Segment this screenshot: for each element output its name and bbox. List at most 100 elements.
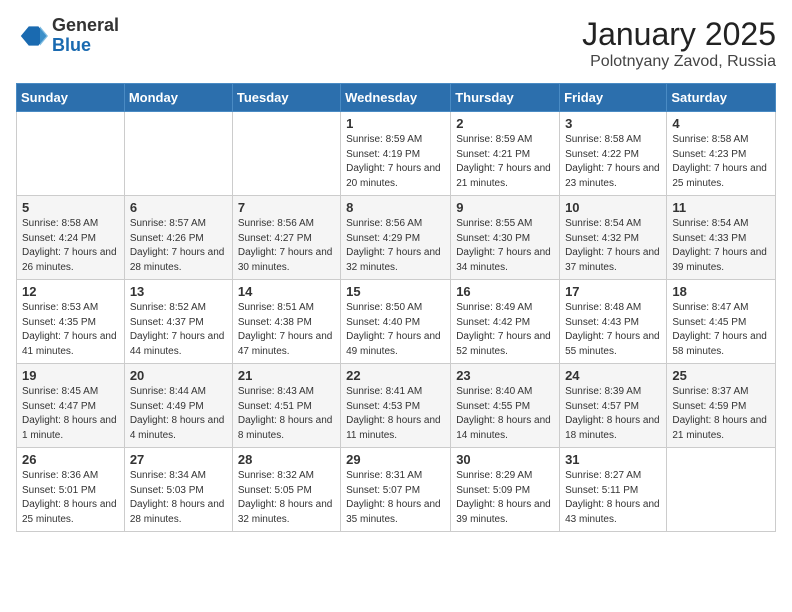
day-info: Sunrise: 8:51 AM Sunset: 4:38 PM Dayligh… bbox=[238, 301, 335, 359]
day-number: 5 bbox=[22, 200, 119, 215]
day-number: 11 bbox=[672, 200, 770, 215]
day-info: Sunrise: 8:44 AM Sunset: 4:49 PM Dayligh… bbox=[130, 385, 227, 443]
day-number: 10 bbox=[565, 200, 661, 215]
day-info: Sunrise: 8:54 AM Sunset: 4:32 PM Dayligh… bbox=[565, 217, 661, 275]
day-number: 27 bbox=[130, 452, 227, 467]
calendar-cell: 12Sunrise: 8:53 AM Sunset: 4:35 PM Dayli… bbox=[17, 280, 125, 364]
day-info: Sunrise: 8:40 AM Sunset: 4:55 PM Dayligh… bbox=[456, 385, 554, 443]
day-info: Sunrise: 8:58 AM Sunset: 4:23 PM Dayligh… bbox=[672, 133, 770, 191]
day-info: Sunrise: 8:49 AM Sunset: 4:42 PM Dayligh… bbox=[456, 301, 554, 359]
calendar-cell: 19 Sunrise: 8:45 AM Sunset: 4:47 PM Dayli… bbox=[17, 364, 125, 448]
day-number: 24 bbox=[565, 368, 661, 383]
day-info: Sunrise: 8:34 AM Sunset: 5:03 PM Dayligh… bbox=[130, 469, 227, 527]
day-info: Sunrise: 8:27 AM Sunset: 5:11 PM Dayligh… bbox=[565, 469, 661, 527]
calendar-cell: 6 Sunrise: 8:57 AM Sunset: 4:26 PM Daylig… bbox=[124, 196, 232, 280]
day-number: 20 bbox=[130, 368, 227, 383]
calendar-cell: 25 Sunrise: 8:37 AM Sunset: 4:59 PM Dayli… bbox=[667, 364, 776, 448]
week-row-4: 19 Sunrise: 8:45 AM Sunset: 4:47 PM Dayli… bbox=[17, 364, 776, 448]
day-info: Sunrise: 8:48 AM Sunset: 4:43 PM Dayligh… bbox=[565, 301, 661, 359]
calendar-cell: 2Sunrise: 8:59 AM Sunset: 4:21 PM Daylig… bbox=[451, 112, 560, 196]
calendar-cell: 18 Sunrise: 8:47 AM Sunset: 4:45 PM Dayli… bbox=[667, 280, 776, 364]
day-info: Sunrise: 8:31 AM Sunset: 5:07 PM Dayligh… bbox=[346, 469, 445, 527]
calendar-cell: 20 Sunrise: 8:44 AM Sunset: 4:49 PM Dayli… bbox=[124, 364, 232, 448]
day-number: 21 bbox=[238, 368, 335, 383]
day-number: 15 bbox=[346, 284, 445, 299]
month-title: January 2025 bbox=[582, 16, 776, 53]
day-info: Sunrise: 8:36 AM Sunset: 5:01 PM Dayligh… bbox=[22, 469, 119, 527]
day-info: Sunrise: 8:41 AM Sunset: 4:53 PM Dayligh… bbox=[346, 385, 445, 443]
day-info: Sunrise: 8:56 AM Sunset: 4:27 PM Dayligh… bbox=[238, 217, 335, 275]
day-number: 3 bbox=[565, 116, 661, 131]
calendar-cell bbox=[124, 112, 232, 196]
day-info: Sunrise: 8:29 AM Sunset: 5:09 PM Dayligh… bbox=[456, 469, 554, 527]
day-info: Sunrise: 8:59 AM Sunset: 4:19 PM Dayligh… bbox=[346, 133, 445, 191]
page-header: General Blue January 2025 Polotnyany Zav… bbox=[16, 16, 776, 71]
day-number: 28 bbox=[238, 452, 335, 467]
logo-blue-text: Blue bbox=[52, 36, 119, 56]
day-number: 9 bbox=[456, 200, 554, 215]
calendar-cell: 22Sunrise: 8:41 AM Sunset: 4:53 PM Dayli… bbox=[341, 364, 451, 448]
logo-general-text: General bbox=[52, 16, 119, 36]
day-number: 14 bbox=[238, 284, 335, 299]
calendar-cell: 11 Sunrise: 8:54 AM Sunset: 4:33 PM Dayli… bbox=[667, 196, 776, 280]
calendar-cell: 10 Sunrise: 8:54 AM Sunset: 4:32 PM Dayli… bbox=[560, 196, 667, 280]
calendar-cell: 13Sunrise: 8:52 AM Sunset: 4:37 PM Dayli… bbox=[124, 280, 232, 364]
calendar-cell: 26 Sunrise: 8:36 AM Sunset: 5:01 PM Dayli… bbox=[17, 448, 125, 532]
day-number: 2 bbox=[456, 116, 554, 131]
day-number: 19 bbox=[22, 368, 119, 383]
day-number: 16 bbox=[456, 284, 554, 299]
calendar-cell: 8Sunrise: 8:56 AM Sunset: 4:29 PM Daylig… bbox=[341, 196, 451, 280]
day-info: Sunrise: 8:55 AM Sunset: 4:30 PM Dayligh… bbox=[456, 217, 554, 275]
day-number: 29 bbox=[346, 452, 445, 467]
day-info: Sunrise: 8:57 AM Sunset: 4:26 PM Dayligh… bbox=[130, 217, 227, 275]
calendar-cell: 3Sunrise: 8:58 AM Sunset: 4:22 PM Daylig… bbox=[560, 112, 667, 196]
weekday-header-sunday: Sunday bbox=[17, 84, 125, 112]
location-title: Polotnyany Zavod, Russia bbox=[582, 53, 776, 71]
day-info: Sunrise: 8:32 AM Sunset: 5:05 PM Dayligh… bbox=[238, 469, 335, 527]
calendar-cell: 24 Sunrise: 8:39 AM Sunset: 4:57 PM Dayli… bbox=[560, 364, 667, 448]
day-info: Sunrise: 8:45 AM Sunset: 4:47 PM Dayligh… bbox=[22, 385, 119, 443]
calendar-cell: 30 Sunrise: 8:29 AM Sunset: 5:09 PM Dayli… bbox=[451, 448, 560, 532]
weekday-header-friday: Friday bbox=[560, 84, 667, 112]
calendar-cell: 31Sunrise: 8:27 AM Sunset: 5:11 PM Dayli… bbox=[560, 448, 667, 532]
day-number: 17 bbox=[565, 284, 661, 299]
day-info: Sunrise: 8:54 AM Sunset: 4:33 PM Dayligh… bbox=[672, 217, 770, 275]
week-row-5: 26 Sunrise: 8:36 AM Sunset: 5:01 PM Dayli… bbox=[17, 448, 776, 532]
day-number: 6 bbox=[130, 200, 227, 215]
weekday-header-tuesday: Tuesday bbox=[232, 84, 340, 112]
calendar-cell: 28 Sunrise: 8:32 AM Sunset: 5:05 PM Dayli… bbox=[232, 448, 340, 532]
calendar-cell: 17 Sunrise: 8:48 AM Sunset: 4:43 PM Dayli… bbox=[560, 280, 667, 364]
day-number: 13 bbox=[130, 284, 227, 299]
day-number: 26 bbox=[22, 452, 119, 467]
calendar-cell: 16 Sunrise: 8:49 AM Sunset: 4:42 PM Dayli… bbox=[451, 280, 560, 364]
calendar-cell: 14 Sunrise: 8:51 AM Sunset: 4:38 PM Dayli… bbox=[232, 280, 340, 364]
calendar-cell: 29 Sunrise: 8:31 AM Sunset: 5:07 PM Dayli… bbox=[341, 448, 451, 532]
day-number: 25 bbox=[672, 368, 770, 383]
calendar-cell bbox=[232, 112, 340, 196]
title-block: January 2025 Polotnyany Zavod, Russia bbox=[582, 16, 776, 71]
day-number: 4 bbox=[672, 116, 770, 131]
calendar-cell: 23 Sunrise: 8:40 AM Sunset: 4:55 PM Dayli… bbox=[451, 364, 560, 448]
weekday-header-monday: Monday bbox=[124, 84, 232, 112]
weekday-header-saturday: Saturday bbox=[667, 84, 776, 112]
logo-icon bbox=[16, 20, 48, 52]
day-number: 18 bbox=[672, 284, 770, 299]
calendar-cell: 9 Sunrise: 8:55 AM Sunset: 4:30 PM Daylig… bbox=[451, 196, 560, 280]
calendar-cell bbox=[667, 448, 776, 532]
logo: General Blue bbox=[16, 16, 119, 56]
day-number: 23 bbox=[456, 368, 554, 383]
day-number: 30 bbox=[456, 452, 554, 467]
weekday-header-thursday: Thursday bbox=[451, 84, 560, 112]
day-number: 12 bbox=[22, 284, 119, 299]
calendar-cell: 21 Sunrise: 8:43 AM Sunset: 4:51 PM Dayli… bbox=[232, 364, 340, 448]
day-number: 1 bbox=[346, 116, 445, 131]
day-info: Sunrise: 8:47 AM Sunset: 4:45 PM Dayligh… bbox=[672, 301, 770, 359]
day-info: Sunrise: 8:43 AM Sunset: 4:51 PM Dayligh… bbox=[238, 385, 335, 443]
calendar-cell: 7 Sunrise: 8:56 AM Sunset: 4:27 PM Daylig… bbox=[232, 196, 340, 280]
day-info: Sunrise: 8:56 AM Sunset: 4:29 PM Dayligh… bbox=[346, 217, 445, 275]
calendar-table: SundayMondayTuesdayWednesdayThursdayFrid… bbox=[16, 83, 776, 532]
day-info: Sunrise: 8:39 AM Sunset: 4:57 PM Dayligh… bbox=[565, 385, 661, 443]
calendar-cell: 27 Sunrise: 8:34 AM Sunset: 5:03 PM Dayli… bbox=[124, 448, 232, 532]
day-info: Sunrise: 8:37 AM Sunset: 4:59 PM Dayligh… bbox=[672, 385, 770, 443]
day-number: 7 bbox=[238, 200, 335, 215]
